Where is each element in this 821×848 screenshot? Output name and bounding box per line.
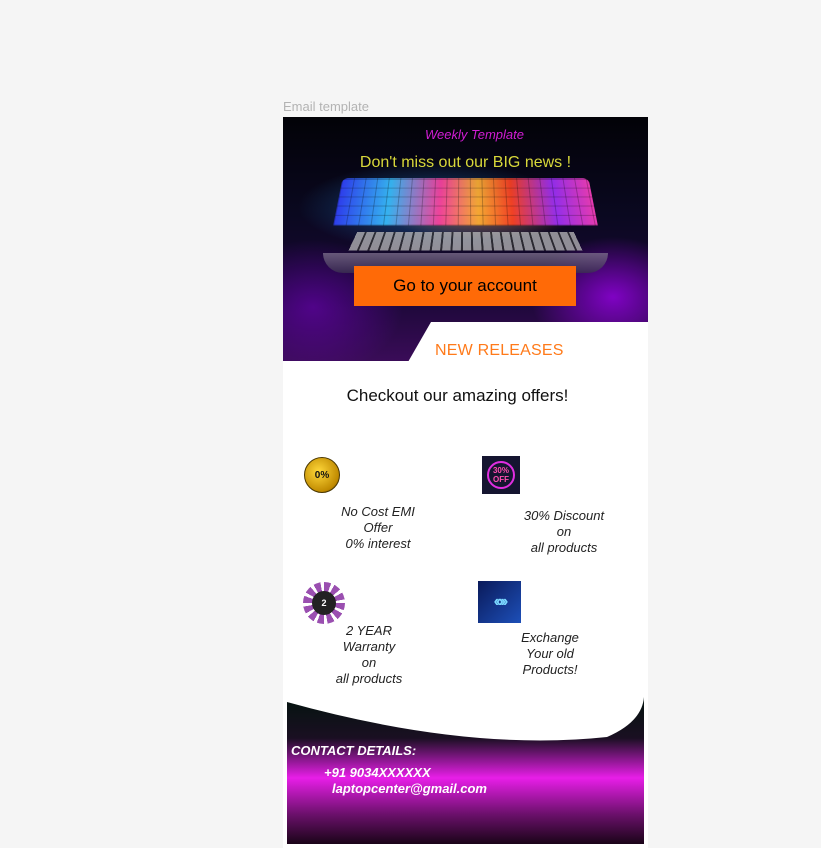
laptop-screen — [333, 178, 598, 226]
exchange-arrows-icon: ‹‹››› — [478, 581, 521, 623]
footer: CONTACT DETAILS: +91 9034XXXXXX laptopce… — [287, 697, 644, 844]
contact-email[interactable]: laptopcenter@gmail.com — [332, 781, 487, 796]
thirty-percent-off-icon: 30% OFF — [482, 456, 520, 494]
warranty-badge-label: 2 — [312, 591, 336, 615]
frame-label: Email template — [283, 99, 369, 114]
weekly-label: Weekly Template — [425, 127, 524, 142]
email-template: Weekly Template Don't miss out our BIG n… — [283, 117, 648, 848]
hero-tagline: Don't miss out our BIG news ! — [359, 154, 572, 171]
hero-banner: Weekly Template Don't miss out our BIG n… — [283, 117, 648, 362]
emi-badge-label: 0% — [314, 469, 330, 481]
zero-percent-emi-badge-icon: 0% — [304, 457, 340, 493]
discount-badge-label: 30% OFF — [487, 461, 515, 489]
offer-emi-text: No Cost EMI Offer 0% interest — [341, 504, 415, 551]
laptop-keyboard — [348, 232, 583, 251]
offer-exchange-text: Exchange Your old Products! — [521, 630, 579, 677]
go-to-account-button[interactable]: Go to your account — [354, 266, 576, 306]
contact-phone[interactable]: +91 9034XXXXXX — [324, 765, 431, 780]
offers-heading: Checkout our amazing offers! — [346, 386, 569, 405]
contact-details-title: CONTACT DETAILS: — [291, 743, 417, 758]
offer-discount-text: 30% Discount on all products — [523, 508, 605, 555]
offer-warranty-text: 2 YEAR Warranty on all products — [335, 623, 403, 686]
new-releases-heading: NEW RELEASES — [435, 342, 564, 359]
warranty-badge-icon: 2 — [303, 582, 345, 624]
